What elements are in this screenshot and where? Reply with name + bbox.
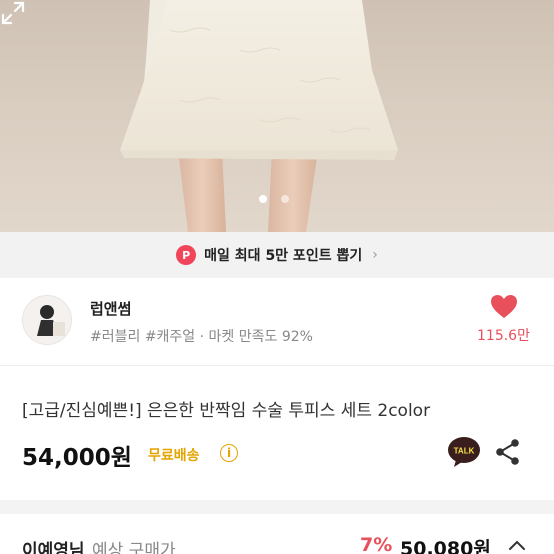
shop-info: 럽앤썸 #러블리 #캐주얼 · 마켓 만족도 92% — [0, 278, 554, 366]
buyer-name: 이예영님 — [22, 541, 85, 554]
heart-icon[interactable] — [490, 294, 518, 320]
shop-name[interactable]: 럽앤썸 — [90, 298, 131, 319]
product-price: 54,000원 — [22, 445, 132, 471]
gallery-dot-active[interactable] — [259, 195, 267, 203]
chevron-right-icon: › — [372, 247, 378, 263]
point-icon: P — [176, 245, 197, 265]
product-title: [고급/진심예쁜!] 은은한 반짝임 수술 투피스 세트 2color — [22, 401, 431, 421]
gallery-pagination — [259, 195, 289, 203]
free-shipping-label: 무료배송 — [148, 448, 200, 464]
expected-price: 50,080원 — [400, 538, 491, 554]
expected-price-label: 예상 구매가 — [92, 541, 176, 554]
kakaotalk-icon[interactable]: TALK — [447, 436, 481, 468]
section-divider — [0, 500, 554, 514]
shop-avatar[interactable] — [22, 295, 72, 345]
expected-price-row[interactable]: 이예영님 예상 구매가 7% 50,080원 — [0, 514, 554, 554]
expand-icon[interactable] — [0, 0, 26, 26]
discount-rate: 7% — [360, 534, 393, 554]
gallery-dot[interactable] — [281, 195, 289, 203]
point-draw-banner[interactable]: P 매일 최대 5만 포인트 뽑기 › — [0, 232, 554, 278]
svg-text:TALK: TALK — [454, 447, 475, 456]
shop-tags: #러블리 #캐주얼 · 마켓 만족도 92% — [90, 329, 313, 345]
like-count: 115.6만 — [477, 328, 530, 344]
share-icon[interactable] — [494, 438, 522, 466]
avatar-image — [23, 296, 71, 344]
chevron-up-icon[interactable] — [508, 538, 526, 552]
promo-text: 매일 최대 5만 포인트 뽑기 — [204, 248, 363, 264]
info-icon[interactable]: i — [220, 444, 238, 462]
product-image[interactable] — [0, 0, 554, 232]
